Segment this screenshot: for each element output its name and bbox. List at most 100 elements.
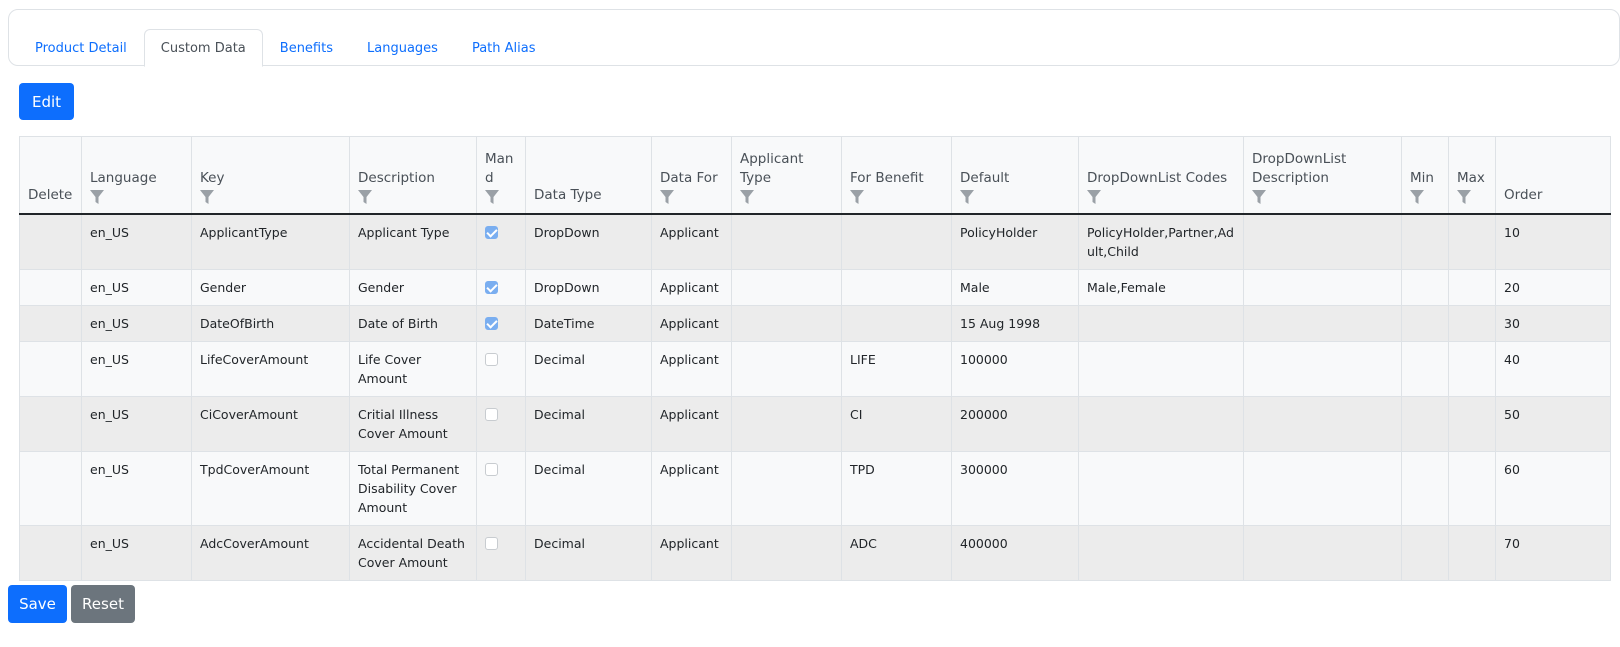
cell-data-type: Decimal [525,396,652,452]
mandatory-checkbox-icon[interactable] [485,407,498,421]
cell-description: Critial Illness Cover Amount [349,396,477,452]
cell-data-type: DateTime [525,305,652,342]
cell-language: en_US [81,305,192,342]
table-row: en_US DateOfBirth Date of Birth DateTime App… [19,305,1611,342]
cell-for-benefit: ADC [841,525,952,581]
table-row: en_US LifeCoverAmount Life Cover Amount Dec… [19,341,1611,397]
column-header-label: Delete [28,186,73,203]
cell-delete[interactable] [19,341,82,397]
cell-mandatory [476,451,526,526]
cell-delete[interactable] [19,269,82,306]
mandatory-checkbox-icon[interactable] [485,316,498,330]
cell-delete[interactable] [19,451,82,526]
custom-data-table: Delete Language Key Description Mand Data Typ… [19,136,1611,581]
cell-order: 40 [1495,341,1611,397]
cell-description: Accidental Death Cover Amount [349,525,477,581]
cell-data-for: Applicant [651,269,732,306]
cell-dropdown-codes [1078,451,1244,526]
cell-dropdown-description [1243,396,1402,452]
filter-icon[interactable] [1410,189,1424,205]
cell-for-benefit [841,213,952,270]
filter-icon[interactable] [1457,189,1471,205]
filter-icon[interactable] [90,189,104,205]
cell-applicant-type [731,525,842,581]
filter-icon[interactable] [200,189,214,205]
cell-language: en_US [81,341,192,397]
column-header-dropdownlist-description: DropDownList Description [1243,136,1402,215]
cell-max [1448,305,1496,342]
column-header-label: For Benefit [850,169,924,186]
column-header-mand: Mand [476,136,526,215]
table-body: en_US ApplicantType Applicant Type DropDown… [19,213,1611,581]
cell-data-for: Applicant [651,213,732,270]
filter-icon[interactable] [1252,189,1266,205]
cell-data-for: Applicant [651,451,732,526]
edit-button[interactable]: Edit [19,83,74,120]
column-header-data-type: Data Type [525,136,652,215]
filter-icon[interactable] [740,189,754,205]
cell-order: 50 [1495,396,1611,452]
tab-product-detail[interactable]: Product Detail [18,29,144,67]
cell-dropdown-description [1243,213,1402,270]
cell-min [1401,305,1449,342]
cell-dropdown-description [1243,305,1402,342]
tab-path-alias[interactable]: Path Alias [455,29,553,67]
column-header-label: DropDownList Description [1252,150,1347,186]
tab-languages[interactable]: Languages [350,29,455,67]
cell-language: en_US [81,525,192,581]
column-header-label: Mand [485,150,514,186]
cell-max [1448,451,1496,526]
mandatory-checkbox-icon[interactable] [485,536,498,550]
column-header-order: Order [1495,136,1611,215]
cell-key: TpdCoverAmount [191,451,350,526]
mandatory-checkbox-icon[interactable] [485,352,498,366]
cell-min [1401,451,1449,526]
column-header-label: Language [90,169,157,186]
filter-icon[interactable] [850,189,864,205]
cell-default: 300000 [951,451,1079,526]
filter-icon[interactable] [485,189,499,205]
filter-icon[interactable] [358,189,372,205]
cell-min [1401,341,1449,397]
cell-data-for: Applicant [651,525,732,581]
cell-delete[interactable] [19,213,82,270]
column-header-label: Data Type [534,186,602,203]
mandatory-checkbox-icon[interactable] [485,462,498,476]
column-header-label: Description [358,169,435,186]
mandatory-checkbox-icon[interactable] [485,280,498,294]
column-header-label: Min [1410,169,1434,186]
cell-dropdown-description [1243,525,1402,581]
save-button[interactable]: Save [8,585,67,623]
column-header-key: Key [191,136,350,215]
cell-language: en_US [81,451,192,526]
table-row: en_US AdcCoverAmount Accidental Death Cove… [19,525,1611,581]
tab-custom-data[interactable]: Custom Data [143,29,263,67]
cell-for-benefit: CI [841,396,952,452]
cell-order: 20 [1495,269,1611,306]
cell-delete[interactable] [19,525,82,581]
cell-for-benefit [841,305,952,342]
cell-max [1448,341,1496,397]
cell-key: CiCoverAmount [191,396,350,452]
filter-icon[interactable] [660,189,674,205]
column-header-dropdownlist-codes: DropDownList Codes [1078,136,1244,215]
cell-language: en_US [81,269,192,306]
cell-key: Gender [191,269,350,306]
cell-description: Life Cover Amount [349,341,477,397]
cell-delete[interactable] [19,396,82,452]
cell-dropdown-codes [1078,305,1244,342]
cell-mandatory [476,396,526,452]
cell-max [1448,213,1496,270]
filter-icon[interactable] [960,189,974,205]
reset-button[interactable]: Reset [71,585,135,623]
cell-delete[interactable] [19,305,82,342]
filter-icon[interactable] [1087,189,1101,205]
cell-mandatory [476,213,526,270]
column-header-applicant-type: Applicant Type [731,136,842,215]
tab-benefits[interactable]: Benefits [263,29,350,67]
cell-dropdown-codes [1078,341,1244,397]
column-header-max: Max [1448,136,1496,215]
cell-mandatory [476,305,526,342]
mandatory-checkbox-icon[interactable] [485,225,498,239]
cell-key: AdcCoverAmount [191,525,350,581]
